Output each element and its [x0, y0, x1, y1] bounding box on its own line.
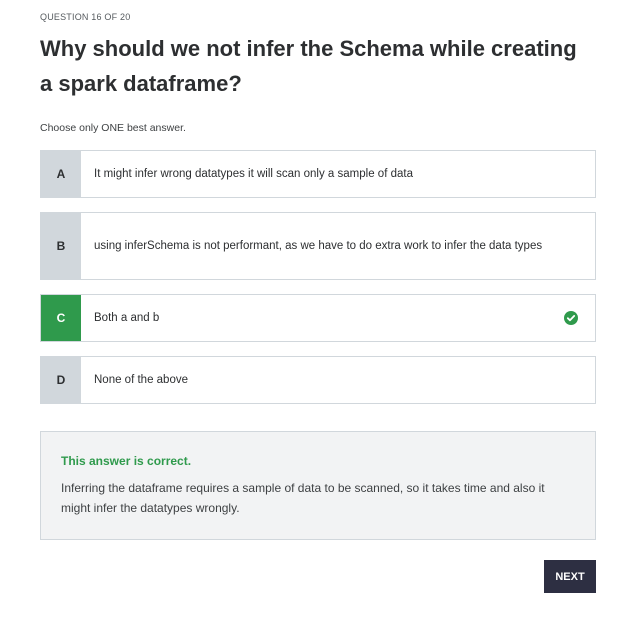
- option-text: using inferSchema is not performant, as …: [94, 240, 543, 252]
- answer-instruction: Choose only ONE best answer.: [40, 122, 186, 134]
- answer-option-b[interactable]: B using inferSchema is not performant, a…: [40, 212, 596, 280]
- question-title: Why should we not infer the Schema while…: [40, 36, 577, 96]
- feedback-title: This answer is correct.: [61, 454, 192, 468]
- check-circle-icon: [547, 295, 595, 341]
- option-text: It might infer wrong datatypes it will s…: [94, 168, 413, 180]
- option-text: None of the above: [94, 374, 188, 386]
- option-text: Both a and b: [94, 312, 160, 324]
- answer-feedback-panel: This answer is correct. Inferring the da…: [40, 431, 596, 540]
- question-progress: QUESTION 16 OF 20: [40, 12, 131, 22]
- feedback-explanation: Inferring the dataframe requires a sampl…: [61, 481, 545, 515]
- option-letter: D: [41, 357, 81, 403]
- next-button[interactable]: NEXT: [544, 560, 596, 593]
- answer-option-a[interactable]: A It might infer wrong datatypes it will…: [40, 150, 596, 198]
- option-letter: B: [41, 213, 81, 279]
- answer-options: A It might infer wrong datatypes it will…: [40, 150, 596, 418]
- answer-option-c[interactable]: C Both a and b: [40, 294, 596, 342]
- option-letter: A: [41, 151, 81, 197]
- answer-option-d[interactable]: D None of the above: [40, 356, 596, 404]
- option-letter: C: [41, 295, 81, 341]
